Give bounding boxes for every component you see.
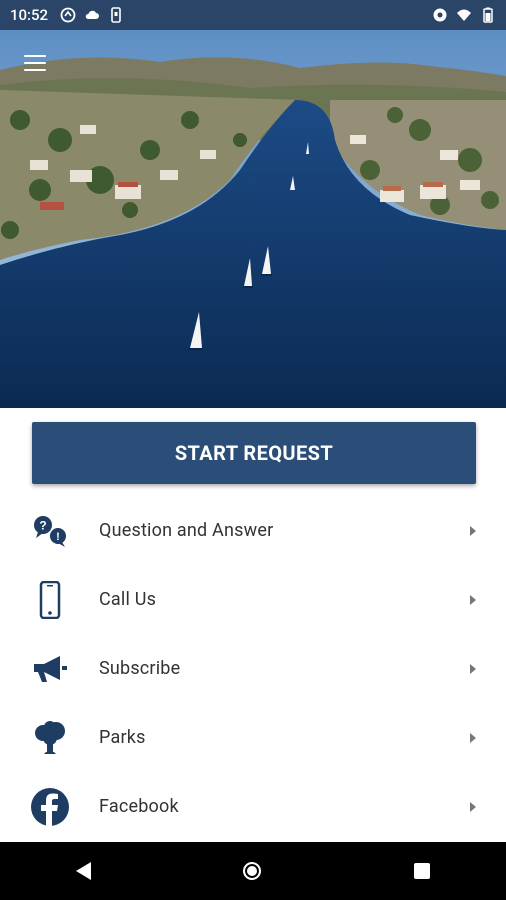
system-navigation-bar: [0, 842, 506, 900]
clock: 10:52: [10, 6, 49, 24]
megaphone-icon: [30, 649, 70, 689]
menu-item-label: Call Us: [99, 589, 157, 610]
menu-item-label: Facebook: [99, 796, 179, 817]
menu-hamburger-icon[interactable]: [24, 55, 46, 73]
svg-text:!: !: [56, 531, 60, 543]
svg-text:?: ?: [39, 518, 46, 532]
menu-item-subscribe[interactable]: Subscribe: [0, 634, 506, 703]
tree-icon: [30, 718, 70, 758]
menu-list: ? ! Question and Answer Call Us Subscrib…: [0, 496, 506, 841]
menu-item-parks[interactable]: Parks: [0, 703, 506, 772]
question-answer-icon: ? !: [30, 511, 70, 551]
chevron-right-icon: [470, 732, 476, 743]
phone-notification-icon: [111, 7, 121, 23]
battery-icon: [483, 7, 493, 23]
menu-item-call-us[interactable]: Call Us: [0, 565, 506, 634]
start-request-button[interactable]: START REQUEST: [32, 422, 476, 484]
status-bar: 10:52: [0, 0, 506, 30]
menu-item-label: Question and Answer: [99, 520, 274, 541]
eye-icon: [433, 8, 447, 22]
chevron-right-icon: [470, 525, 476, 536]
recent-apps-icon[interactable]: [413, 863, 430, 879]
chevron-right-icon: [470, 594, 476, 605]
wifi-icon: [457, 9, 471, 21]
menu-item-question-and-answer[interactable]: ? ! Question and Answer: [0, 496, 506, 565]
mobile-phone-icon: [30, 580, 70, 620]
chevron-right-icon: [470, 663, 476, 674]
facebook-icon: [30, 787, 70, 827]
cloud-icon: [85, 10, 100, 19]
back-icon[interactable]: [76, 862, 92, 880]
menu-item-facebook[interactable]: Facebook: [0, 772, 506, 841]
chevron-right-icon: [470, 801, 476, 812]
menu-item-label: Parks: [99, 727, 146, 748]
hero-lake-image: [0, 30, 506, 408]
menu-item-label: Subscribe: [99, 658, 181, 679]
sync-icon: [60, 7, 76, 23]
home-icon[interactable]: [243, 862, 262, 880]
